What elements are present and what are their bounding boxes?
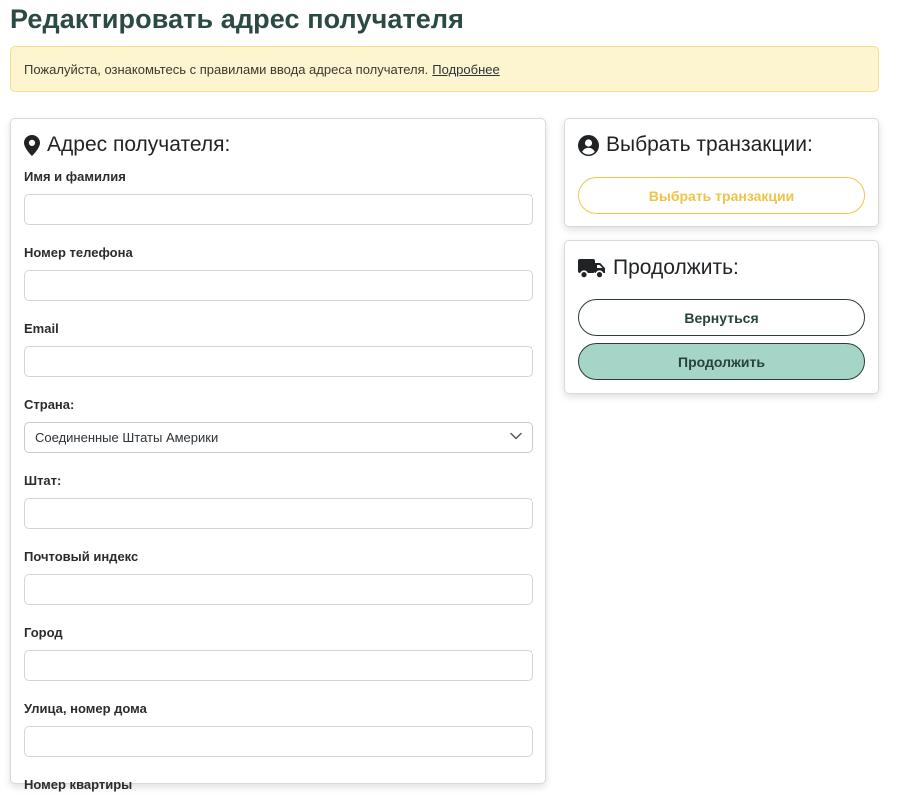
country-label: Страна:: [24, 397, 75, 412]
recipient-address-card: Адрес получателя: Имя и фамилия Номер те…: [10, 118, 546, 792]
zip-input[interactable]: [24, 574, 533, 605]
apartment-label: Номер квартиры: [24, 777, 133, 792]
continue-card-title: Продолжить:: [578, 254, 865, 282]
transactions-card-title: Выбрать транзакции:: [578, 131, 865, 159]
street-field: Улица, номер дома: [24, 700, 533, 757]
page-title: Редактировать адрес получателя: [10, 4, 465, 34]
chevron-down-icon: [510, 432, 522, 440]
phone-input[interactable]: [24, 270, 533, 301]
street-input[interactable]: [24, 726, 533, 757]
city-input[interactable]: [24, 650, 533, 681]
address-card-title-text: Адрес получателя:: [47, 133, 231, 156]
phone-label: Номер телефона: [24, 245, 133, 260]
address-card-title: Адрес получателя:: [24, 131, 532, 159]
email-input[interactable]: [24, 346, 533, 377]
state-input[interactable]: [24, 498, 533, 529]
full-name-label: Имя и фамилия: [24, 169, 126, 184]
state-field: Штат:: [24, 472, 533, 529]
email-field: Email: [24, 320, 533, 377]
truck-icon: [578, 258, 605, 279]
user-circle-icon: [578, 134, 599, 156]
back-button[interactable]: Вернуться: [578, 299, 865, 336]
page: Редактировать адрес получателя Пожалуйст…: [0, 0, 901, 795]
continue-button[interactable]: Продолжить: [578, 343, 865, 380]
notice-more-link[interactable]: Подробнее: [432, 62, 499, 77]
country-selected-value: Соединенные Штаты Америки: [35, 430, 219, 445]
continue-card-title-text: Продолжить:: [613, 256, 739, 279]
map-marker-icon: [24, 134, 40, 156]
phone-field: Номер телефона: [24, 244, 533, 301]
zip-field: Почтовый индекс: [24, 548, 533, 605]
state-label: Штат:: [24, 473, 62, 488]
email-label: Email: [24, 321, 59, 336]
full-name-field: Имя и фамилия: [24, 168, 533, 225]
select-transactions-button[interactable]: Выбрать транзакции: [578, 177, 865, 214]
notice-banner: Пожалуйста, ознакомьтесь с правилами вво…: [10, 46, 879, 92]
city-label: Город: [24, 625, 63, 640]
select-transactions-card: Выбрать транзакции: Выбрать транзакции: [564, 118, 879, 227]
full-name-input[interactable]: [24, 194, 533, 225]
apartment-field: Номер квартиры: [24, 776, 532, 795]
country-select[interactable]: Соединенные Штаты Америки: [24, 422, 533, 453]
country-field: Страна: Соединенные Штаты Америки: [24, 396, 533, 453]
continue-card: Продолжить: Вернуться Продолжить: [564, 240, 879, 394]
city-field: Город: [24, 624, 533, 681]
street-label: Улица, номер дома: [24, 701, 147, 716]
transactions-card-title-text: Выбрать транзакции:: [606, 133, 813, 156]
notice-text: Пожалуйста, ознакомьтесь с правилами вво…: [24, 61, 429, 77]
zip-label: Почтовый индекс: [24, 549, 139, 564]
